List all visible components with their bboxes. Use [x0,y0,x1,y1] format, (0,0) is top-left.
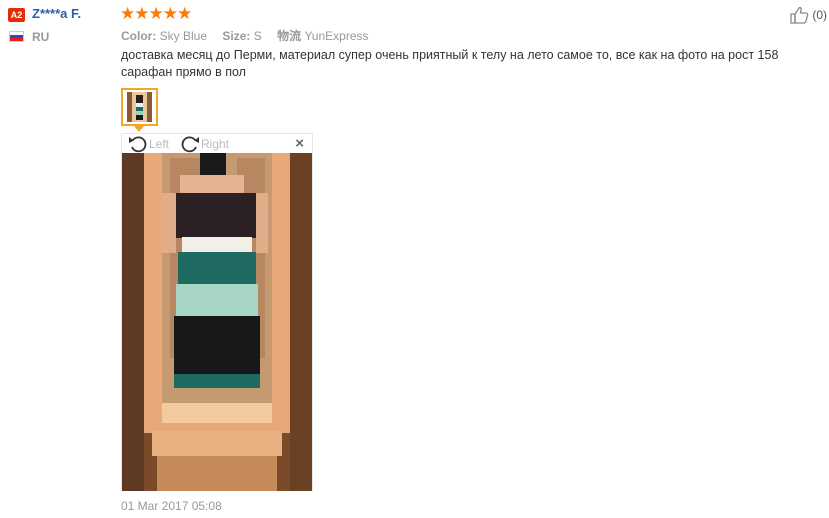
star-icon: ★ [177,4,192,23]
star-icon: ★ [162,4,178,23]
rotate-left-label: Left [149,137,170,151]
reviewer-country: RU [32,30,50,44]
user-level-badge: A2 [8,8,25,22]
rotate-left-icon [129,136,147,153]
helpful-count: (0) [812,8,827,22]
rotate-left-button[interactable]: Left [128,135,169,153]
viewer-toolbar: Left Right × [122,134,312,153]
rotate-right-icon [181,136,199,153]
attr-color-key: Color: [121,29,157,43]
attr-size-key: Size: [222,29,251,43]
country-flag-icon [9,31,24,42]
thumbs-up-icon [790,6,809,24]
rotate-right-button[interactable]: Right [180,135,229,153]
close-viewer-button[interactable]: × [295,135,304,152]
reviewer-name: Z****a F. [32,6,82,21]
star-icon: ★ [148,4,164,23]
thumbnail-image [127,92,152,122]
photo-viewer: Left Right × [121,133,313,491]
attr-shipping-value: YunExpress [304,29,369,43]
review-text: доставка месяц до Перми, материал супер … [121,48,779,79]
order-attributes: Color: Sky Blue Size: S 物流 YunExpress [121,27,369,44]
helpful-button[interactable]: (0) [790,6,827,24]
review-photo-thumbnail[interactable] [121,88,158,126]
attr-shipping-key: 物流 [277,29,302,43]
review-photo [122,153,312,491]
star-rating: ★★★★★ [120,4,192,24]
star-icon: ★ [120,4,135,23]
attr-size-value: S [253,29,262,43]
thumbnail-pointer [134,126,144,132]
review-date: 01 Mar 2017 05:08 [121,499,222,513]
star-icon: ★ [134,4,149,23]
rotate-right-label: Right [201,137,230,151]
attr-color-value: Sky Blue [159,29,208,43]
